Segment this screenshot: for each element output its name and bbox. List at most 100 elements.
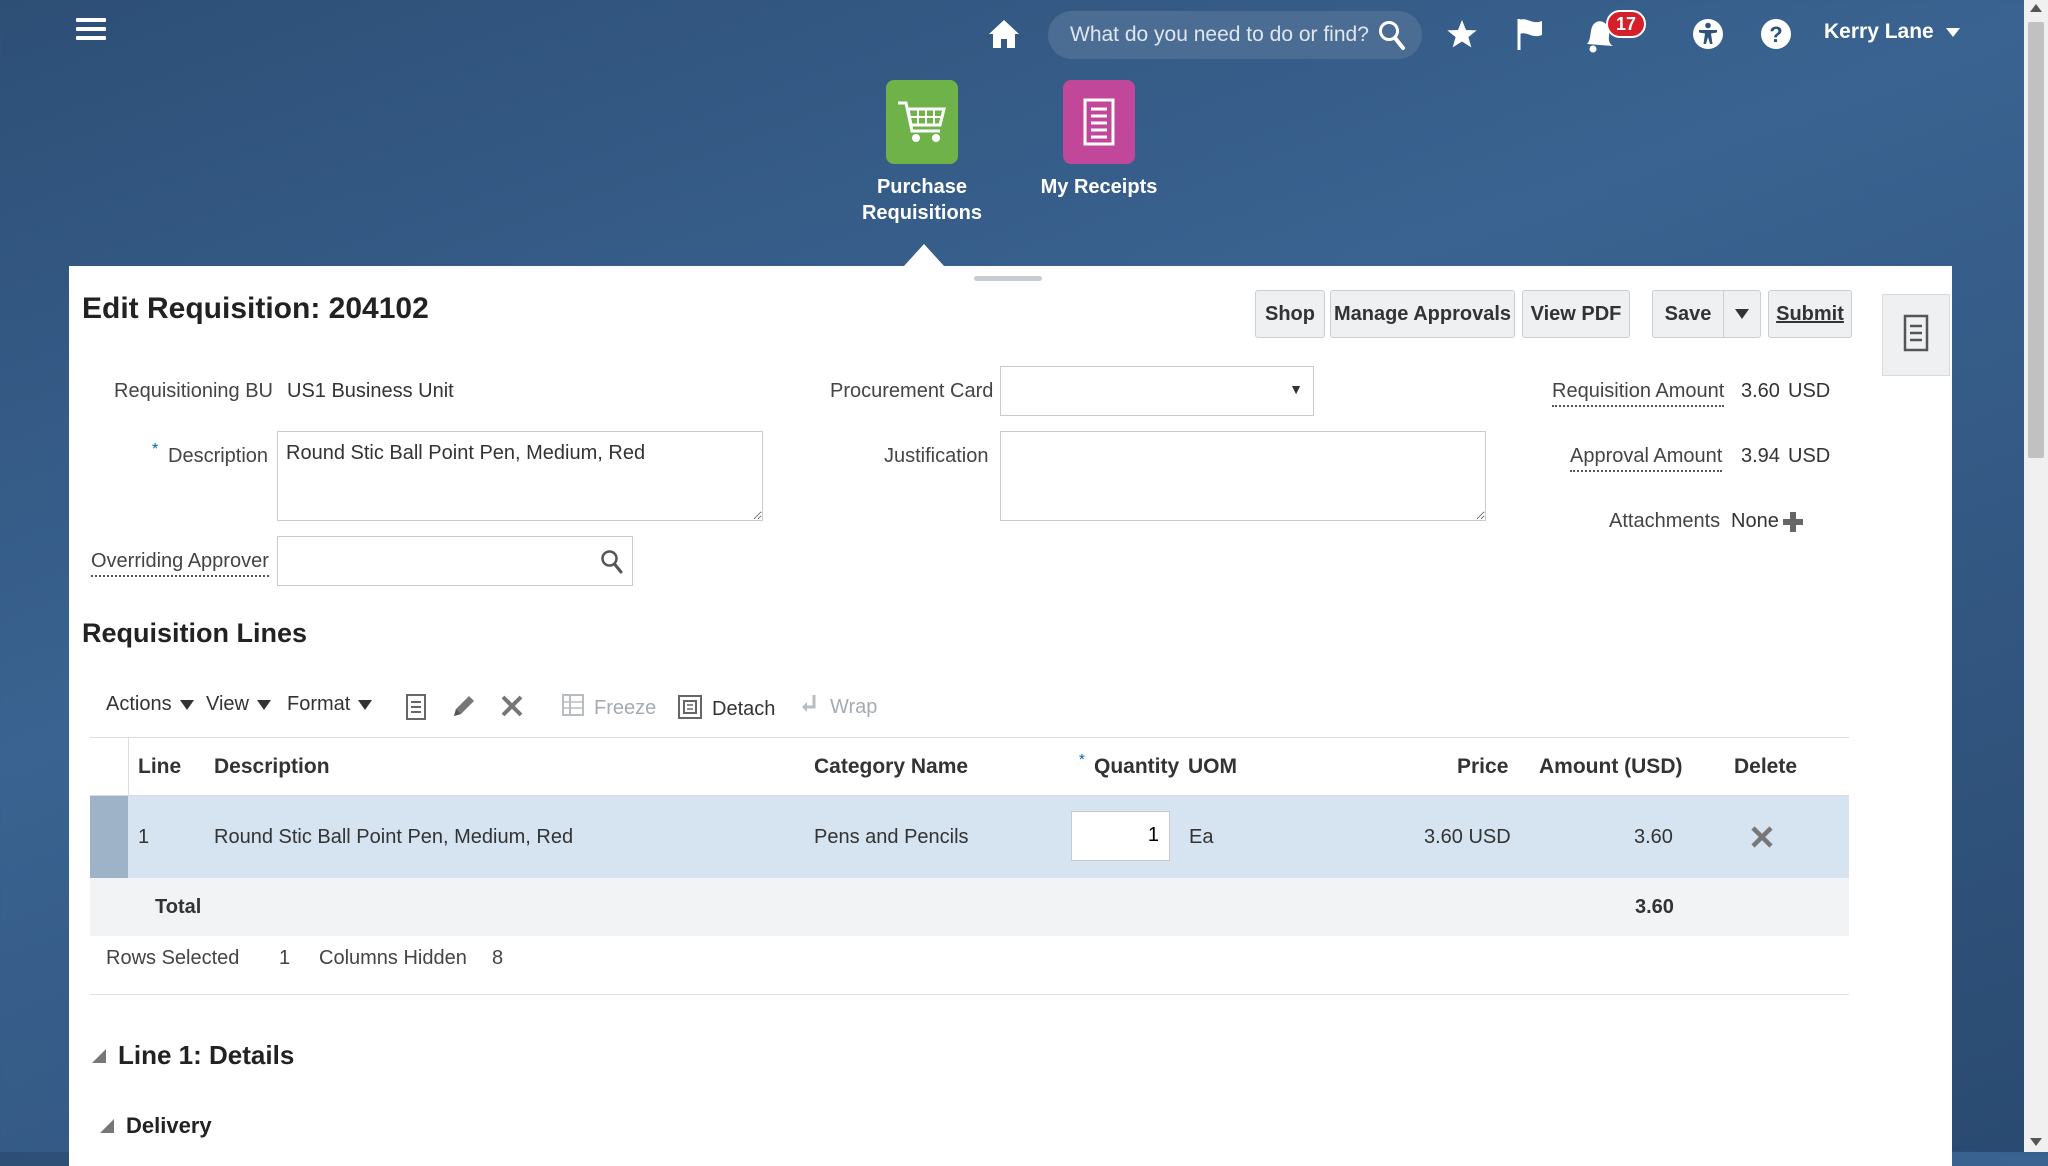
wrap-button[interactable]: Wrap [800,693,877,721]
app-tile-purchase-requisitions[interactable]: Purchase Requisitions [858,80,986,226]
overriding-approver-field[interactable] [277,536,633,586]
attachments-value: None [1731,510,1779,532]
justification-label: Justification [884,445,989,467]
rows-selected-label: Rows Selected [106,947,240,969]
line-details-section[interactable]: Line 1: Details [92,1040,294,1071]
chevron-down-icon [1735,309,1749,319]
shop-button[interactable]: Shop [1255,290,1325,338]
column-header-description[interactable]: Description [214,755,330,779]
delivery-section[interactable]: Delivery [100,1113,212,1139]
procurement-card-select[interactable]: ▼ [1000,366,1314,416]
details-icon[interactable] [405,693,427,726]
help-icon[interactable]: ? [1756,14,1796,54]
detach-icon [678,693,702,725]
notifications-count-badge: 17 [1606,10,1646,38]
panel-drag-handle[interactable] [974,276,1042,281]
requisition-amount-value: 3.60 [1741,380,1780,402]
selected-app-indicator [904,244,944,266]
manage-approvals-button[interactable]: Manage Approvals [1330,290,1515,338]
approval-amount-label[interactable]: Approval Amount [1570,445,1723,472]
view-pdf-button[interactable]: View PDF [1522,290,1630,338]
row-selector[interactable] [90,796,128,878]
view-label: View [206,693,249,715]
format-label: Format [287,693,351,715]
receipt-icon [1063,80,1135,164]
delete-row-icon[interactable] [1750,825,1774,854]
document-icon [1903,314,1929,357]
search-icon[interactable] [1378,20,1406,55]
divider [90,994,1849,995]
rows-selected-value: 1 [279,947,291,969]
view-menu[interactable]: View [206,693,271,716]
required-indicator: * [152,441,159,458]
search-input[interactable] [1068,22,1372,48]
description-field[interactable]: Round Stic Ball Point Pen, Medium, Red [277,431,763,521]
delivery-title: Delivery [126,1113,212,1138]
add-attachment-icon[interactable] [1782,511,1804,538]
detach-label: Detach [712,697,776,720]
save-button[interactable]: Save [1652,290,1724,338]
app-tile-label: My Receipts [1040,176,1158,198]
column-header-uom[interactable]: UOM [1188,755,1237,779]
freeze-icon [562,693,584,723]
total-label: Total [155,896,202,918]
wrap-icon [800,693,820,721]
attachments-label: Attachments [1609,510,1721,532]
table-header: Line Description Category Name * Quantit… [90,737,1849,796]
save-options-dropdown[interactable] [1723,290,1761,338]
actions-label: Actions [106,693,172,715]
cell-line: 1 [138,826,150,848]
table-row[interactable]: 1 Round Stic Ball Point Pen, Medium, Red… [90,796,1849,878]
line-details-title: Line 1: Details [118,1040,295,1070]
app-tile-my-receipts[interactable]: My Receipts [1035,80,1163,200]
requisition-lines-table: Line Description Category Name * Quantit… [90,737,1849,936]
column-header-category[interactable]: Category Name [814,755,968,779]
scrollbar-thumb[interactable] [2028,22,2044,458]
submit-button[interactable]: Submit [1768,290,1852,338]
overriding-approver-label[interactable]: Overriding Approver [91,550,269,577]
column-header-price[interactable]: Price [1457,755,1508,779]
column-header-quantity[interactable]: Quantity [1094,755,1179,779]
global-search[interactable] [1048,11,1422,59]
shopping-cart-icon [886,80,958,164]
edit-pencil-icon[interactable] [450,692,478,725]
columns-hidden-label: Columns Hidden [319,947,467,969]
search-icon[interactable] [600,549,624,581]
requisition-amount-label[interactable]: Requisition Amount [1552,380,1725,407]
app-tile-label: Purchase [876,176,968,198]
actions-menu[interactable]: Actions [106,693,194,716]
chevron-down-icon [1945,27,1960,37]
quantity-input[interactable]: 1 [1071,811,1170,861]
detach-button[interactable]: Detach [678,693,775,725]
watchlist-flag-icon[interactable] [1512,14,1548,54]
scroll-down-icon[interactable] [2030,1138,2042,1146]
user-menu[interactable]: Kerry Lane [1824,20,1960,44]
svg-text:?: ? [1769,22,1782,47]
total-value: 3.60 [1635,896,1674,918]
cell-amount: 3.60 [1634,826,1673,848]
chevron-down-icon [358,699,373,710]
format-menu[interactable]: Format [287,693,373,716]
column-header-line[interactable]: Line [138,755,181,779]
menu-icon[interactable] [76,14,106,44]
requisition-amount-currency: USD [1788,380,1831,402]
approval-amount-value: 3.94 [1741,445,1780,467]
approval-amount-currency: USD [1788,445,1831,467]
procurement-card-label: Procurement Card [830,380,994,402]
column-header-amount[interactable]: Amount (USD) [1539,755,1682,779]
cell-price: 3.60 USD [1424,826,1511,848]
column-header-delete[interactable]: Delete [1734,755,1797,779]
freeze-label: Freeze [594,696,657,719]
required-indicator: * [1079,751,1085,768]
description-label: Description [168,445,269,467]
accessibility-icon[interactable] [1688,14,1728,54]
side-panel-toggle[interactable] [1882,294,1950,376]
delete-x-icon[interactable] [500,694,524,723]
freeze-button[interactable]: Freeze [562,693,656,723]
cell-description: Round Stic Ball Point Pen, Medium, Red [214,826,574,848]
requisitioning-bu-label: Requisitioning BU [114,380,273,402]
home-icon[interactable] [984,14,1024,54]
scroll-up-icon[interactable] [2030,4,2042,12]
favorites-star-icon[interactable] [1444,16,1480,52]
justification-field[interactable] [1000,431,1486,521]
